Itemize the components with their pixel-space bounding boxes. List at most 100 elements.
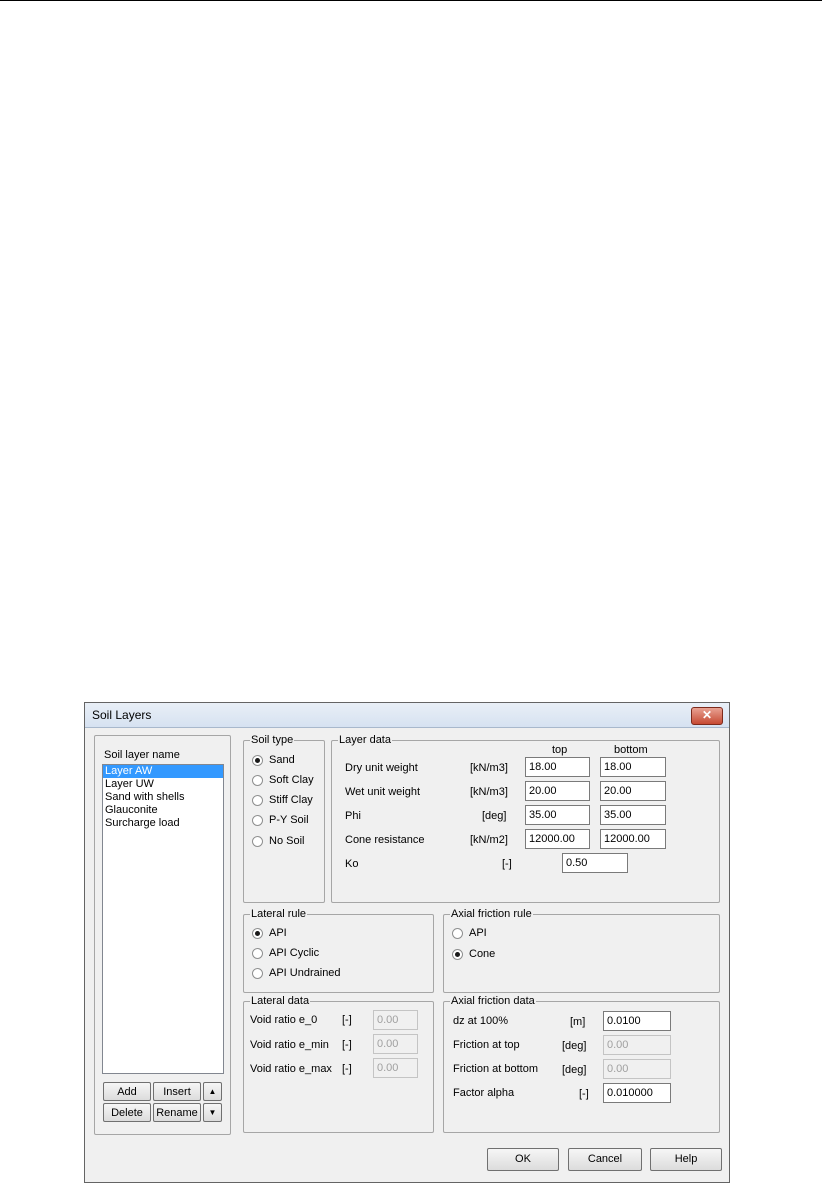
radio-label: No Soil [269, 835, 305, 847]
axial-friction-rule-label: Axial friction rule [450, 908, 533, 921]
ko-input[interactable]: 0.50 [562, 853, 628, 873]
axial-friction-rule-api-radio[interactable]: API [452, 927, 487, 940]
dry-unit-weight-bottom-input[interactable]: 18.00 [600, 757, 666, 777]
soil-type-sand-radio[interactable]: Sand [252, 754, 295, 767]
list-item-layer-aw[interactable]: Layer AW [103, 765, 223, 778]
phi-label: Phi [345, 810, 361, 822]
soil-type-stiff-clay-radio[interactable]: Stiff Clay [252, 794, 313, 807]
radio-indicator [252, 928, 263, 939]
phi-unit: [deg] [482, 810, 507, 822]
insert-button[interactable]: Insert [153, 1082, 201, 1101]
delete-button[interactable]: Delete [103, 1103, 151, 1122]
layer-data-label: Layer data [338, 734, 392, 747]
dz-unit: [m] [570, 1016, 586, 1028]
void-ratio-emax-input[interactable]: 0.00 [373, 1058, 418, 1078]
window-title: Soil Layers [92, 708, 152, 722]
phi-top-input[interactable]: 35.00 [525, 805, 590, 825]
list-item-surcharge-load[interactable]: Surcharge load [103, 817, 223, 830]
friction-at-top-label: Friction at top [453, 1039, 520, 1051]
void-ratio-e0-unit: [-] [342, 1014, 352, 1026]
wet-unit-weight-label: Wet unit weight [345, 786, 421, 798]
cone-resistance-top-input[interactable]: 12000.00 [525, 829, 590, 849]
friction-at-bottom-unit: [deg] [562, 1064, 587, 1076]
dz-input[interactable]: 0.0100 [603, 1011, 671, 1031]
dry-unit-weight-top-input[interactable]: 18.00 [525, 757, 590, 777]
lateral-rule-api-radio[interactable]: API [252, 927, 287, 940]
void-ratio-e0-label: Void ratio e_0 [250, 1014, 318, 1026]
radio-label: API Undrained [269, 967, 341, 979]
page-top-rule [0, 0, 822, 1]
column-header-top: top [552, 744, 568, 756]
ok-button[interactable]: OK [487, 1148, 559, 1171]
soil-layer-name-label: Soil layer name [104, 749, 180, 761]
void-ratio-emin-unit: [-] [342, 1039, 352, 1051]
dry-unit-weight-label: Dry unit weight [345, 762, 418, 774]
radio-indicator [452, 928, 463, 939]
list-item-sand-with-shells[interactable]: Sand with shells [103, 791, 223, 804]
layer-data-group: Layer data top bottom Dry unit weight [k… [331, 734, 720, 903]
add-button[interactable]: Add [103, 1082, 151, 1101]
void-ratio-emax-unit: [-] [342, 1063, 352, 1075]
title-bar[interactable]: Soil Layers ✕ [85, 703, 729, 728]
cancel-button[interactable]: Cancel [568, 1148, 642, 1171]
radio-indicator [252, 795, 263, 806]
void-ratio-e0-input[interactable]: 0.00 [373, 1010, 418, 1030]
axial-friction-data-label: Axial friction data [450, 995, 536, 1008]
soil-layers-dialog: Soil Layers ✕ Soil layer name Layer AW L… [84, 702, 730, 1183]
list-item-layer-uw[interactable]: Layer UW [103, 778, 223, 791]
phi-bottom-input[interactable]: 35.00 [600, 805, 666, 825]
radio-indicator [252, 775, 263, 786]
factor-alpha-input[interactable]: 0.010000 [603, 1083, 671, 1103]
soil-layer-list[interactable]: Layer AW Layer UW Sand with shells Glauc… [102, 764, 224, 1074]
list-item-glauconite[interactable]: Glauconite [103, 804, 223, 817]
axial-friction-rule-group: Axial friction rule API Cone [443, 908, 720, 993]
radio-label: API [469, 927, 487, 939]
radio-indicator [252, 948, 263, 959]
radio-label: Sand [269, 754, 295, 766]
move-up-button[interactable]: ▲ [203, 1082, 222, 1101]
soil-type-soft-clay-radio[interactable]: Soft Clay [252, 774, 314, 787]
radio-label: API Cyclic [269, 947, 320, 959]
void-ratio-emin-input[interactable]: 0.00 [373, 1034, 418, 1054]
rename-button[interactable]: Rename [153, 1103, 201, 1122]
factor-alpha-unit: [-] [579, 1088, 589, 1100]
lateral-rule-group: Lateral rule API API Cyclic API Undraine… [243, 908, 434, 993]
cone-resistance-bottom-input[interactable]: 12000.00 [600, 829, 666, 849]
radio-indicator [452, 949, 463, 960]
wet-unit-weight-top-input[interactable]: 20.00 [525, 781, 590, 801]
lateral-data-group: Lateral data Void ratio e_0 [-] 0.00 Voi… [243, 995, 434, 1133]
radio-label: P-Y Soil [269, 814, 309, 826]
wet-unit-weight-bottom-input[interactable]: 20.00 [600, 781, 666, 801]
soil-type-no-soil-radio[interactable]: No Soil [252, 835, 304, 848]
wet-unit-weight-unit: [kN/m3] [470, 786, 508, 798]
radio-label: Stiff Clay [269, 794, 313, 806]
soil-type-py-soil-radio[interactable]: P-Y Soil [252, 814, 309, 827]
friction-at-top-input[interactable]: 0.00 [603, 1035, 671, 1055]
radio-indicator [252, 968, 263, 979]
dry-unit-weight-unit: [kN/m3] [470, 762, 508, 774]
lateral-rule-api-undrained-radio[interactable]: API Undrained [252, 967, 341, 980]
column-header-bottom: bottom [614, 744, 648, 756]
lateral-rule-label: Lateral rule [250, 908, 308, 921]
axial-friction-rule-cone-radio[interactable]: Cone [452, 948, 495, 961]
void-ratio-emin-label: Void ratio e_min [250, 1039, 329, 1051]
friction-at-top-unit: [deg] [562, 1040, 587, 1052]
close-button[interactable]: ✕ [691, 707, 723, 725]
soil-type-group: Soil type Sand Soft Clay Stiff Clay P-Y … [243, 734, 325, 903]
ko-unit: [-] [502, 858, 512, 870]
radio-label: API [269, 927, 287, 939]
ko-label: Ko [345, 858, 359, 870]
radio-label: Soft Clay [269, 774, 314, 786]
cone-resistance-unit: [kN/m2] [470, 834, 508, 846]
radio-indicator [252, 755, 263, 766]
factor-alpha-label: Factor alpha [453, 1087, 515, 1099]
cone-resistance-label: Cone resistance [345, 834, 425, 846]
move-down-button[interactable]: ▼ [203, 1103, 222, 1122]
soil-type-label: Soil type [250, 734, 295, 747]
help-button[interactable]: Help [650, 1148, 722, 1171]
axial-friction-data-group: Axial friction data dz at 100% [m] 0.010… [443, 995, 720, 1133]
lateral-data-label: Lateral data [250, 995, 311, 1008]
friction-at-bottom-input[interactable]: 0.00 [603, 1059, 671, 1079]
lateral-rule-api-cyclic-radio[interactable]: API Cyclic [252, 947, 319, 960]
friction-at-bottom-label: Friction at bottom [453, 1063, 538, 1075]
